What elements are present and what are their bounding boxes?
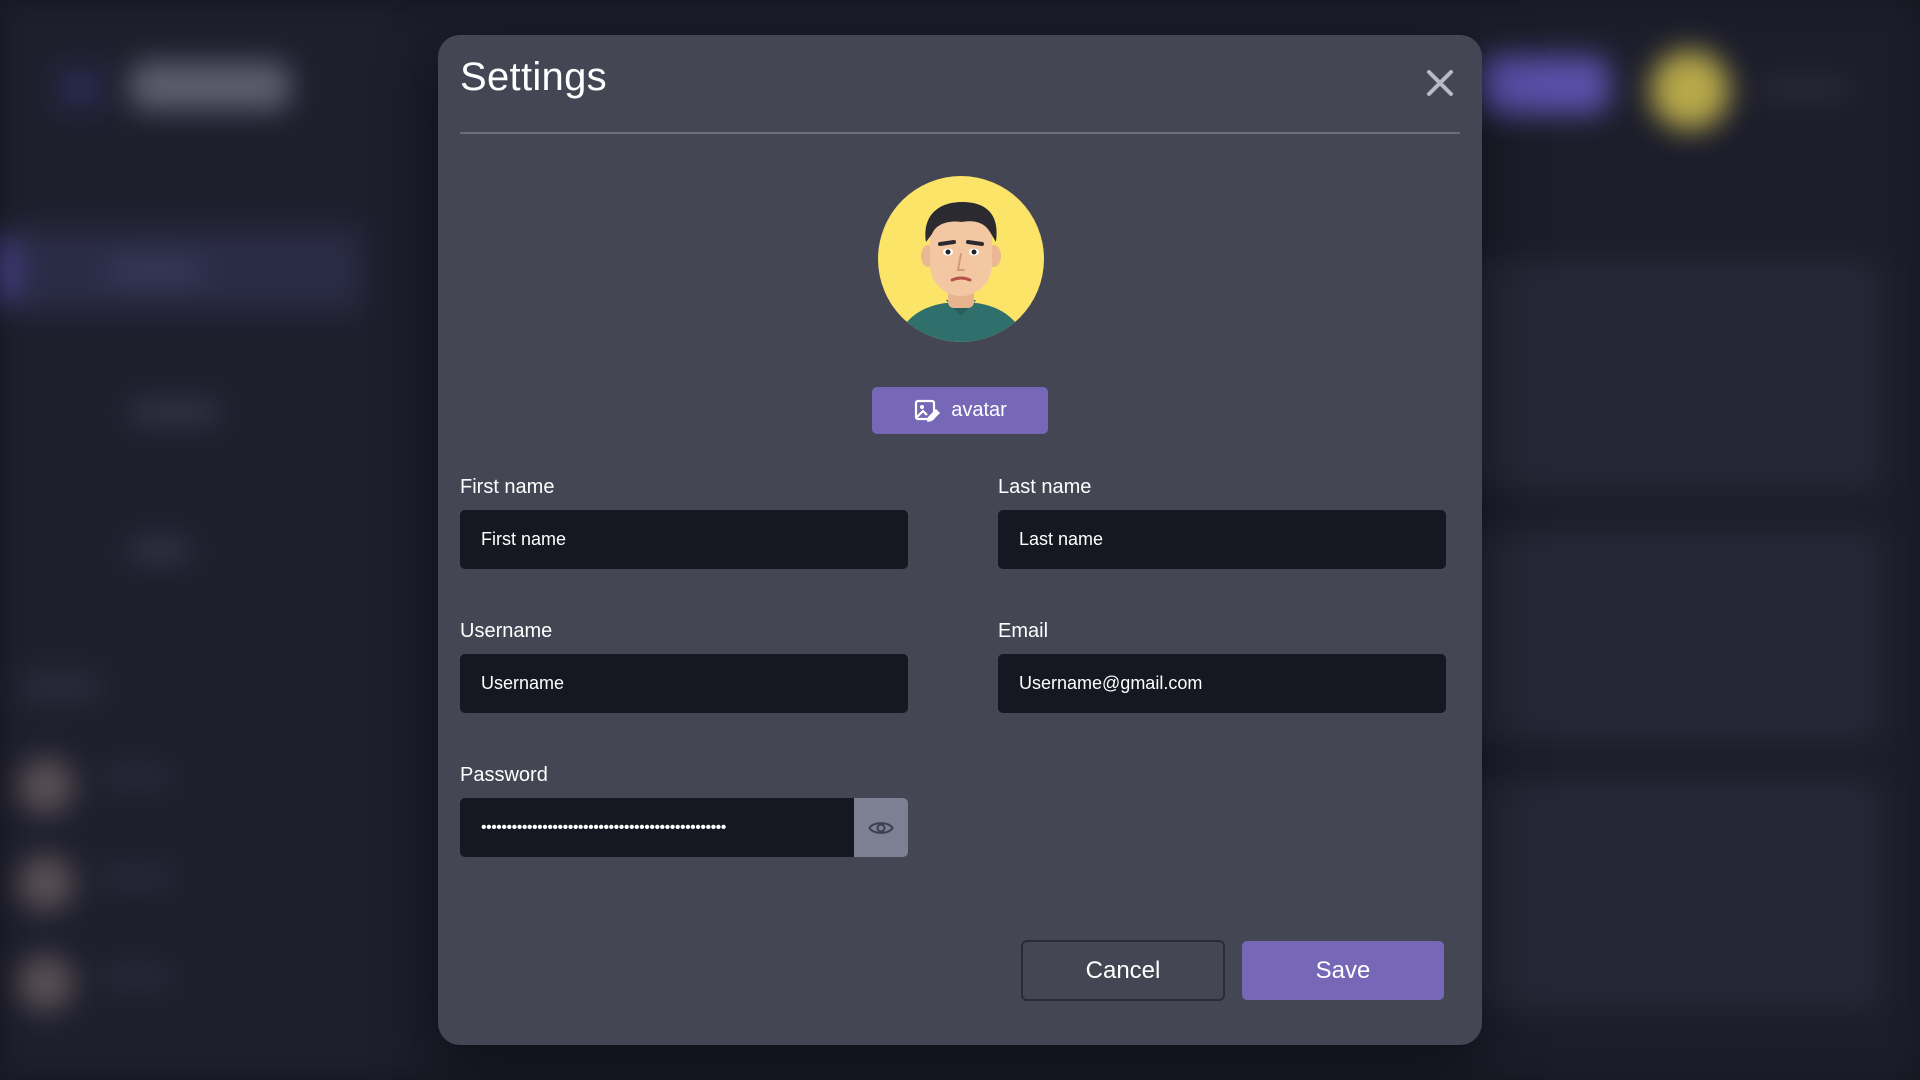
settings-dialog: Settings avatar First name First name La… (438, 35, 1482, 1045)
background-nav-label (110, 260, 200, 280)
password-input[interactable]: ••••••••••••••••••••••••••••••••••••••••… (460, 798, 854, 857)
background-list-text (100, 770, 170, 784)
background-avatar (18, 758, 74, 814)
background-nav-item (130, 400, 220, 424)
image-edit-icon (915, 399, 941, 422)
email-input[interactable] (998, 654, 1446, 713)
password-label: Password (460, 764, 548, 786)
background-logo-icon (60, 70, 100, 106)
last-name-input[interactable] (998, 510, 1446, 569)
background-card (1460, 260, 1880, 490)
change-avatar-button[interactable]: avatar (872, 387, 1048, 434)
username-input[interactable] (460, 654, 908, 713)
background-header-avatar (1650, 50, 1730, 130)
background-avatar (18, 955, 74, 1011)
change-avatar-label: avatar (951, 399, 1007, 421)
background-list-text (100, 870, 170, 884)
background-section-title (20, 672, 100, 702)
background-card (1460, 780, 1880, 1010)
show-password-button[interactable] (854, 798, 908, 857)
close-button[interactable] (1420, 63, 1460, 103)
save-button[interactable]: Save (1242, 941, 1444, 1000)
avatar (878, 176, 1044, 342)
avatar-illustration (896, 202, 1026, 342)
last-name-label: Last name (998, 476, 1092, 498)
dialog-title: Settings (460, 55, 607, 99)
background-header-text (1760, 80, 1850, 98)
email-label: Email (998, 620, 1049, 642)
background-card (1460, 530, 1880, 740)
eye-icon (868, 821, 894, 834)
background-header-button (1480, 56, 1610, 114)
background-nav-item (130, 538, 190, 562)
title-divider (460, 132, 1460, 134)
background-nav-indicator (0, 238, 14, 302)
username-label: Username (460, 620, 553, 642)
cancel-button[interactable]: Cancel (1021, 940, 1225, 1001)
background-avatar (18, 855, 74, 911)
background-list-text (100, 970, 170, 984)
close-icon (1427, 70, 1453, 96)
background-logo (130, 62, 290, 110)
first-name-label: First name (460, 476, 555, 498)
first-name-input[interactable] (460, 510, 908, 569)
background-sidebar (0, 0, 400, 1080)
